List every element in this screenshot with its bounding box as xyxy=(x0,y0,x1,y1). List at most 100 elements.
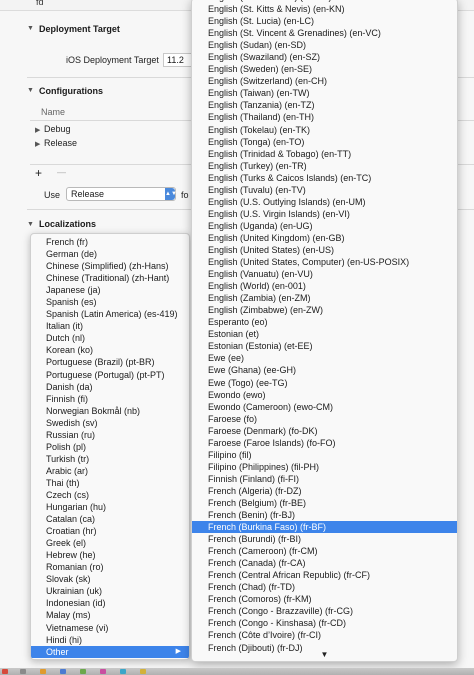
submenu-item[interactable]: English (Switzerland) (en-CH) xyxy=(192,75,457,87)
remove-configuration-button[interactable]: — xyxy=(57,167,66,177)
submenu-item[interactable]: Ewondo (ewo) xyxy=(192,389,457,401)
ios-deployment-target-field[interactable]: 11.2 xyxy=(163,53,193,67)
language-menu-item[interactable]: Thai (th) xyxy=(31,477,189,489)
dock-app-icon[interactable] xyxy=(60,669,66,674)
submenu-item[interactable]: English (Trinidad & Tobago) (en-TT) xyxy=(192,148,457,160)
language-menu-item[interactable]: Romanian (ro) xyxy=(31,561,189,573)
language-menu-item[interactable]: Czech (cs) xyxy=(31,489,189,501)
submenu-item[interactable]: English (Vanuatu) (en-VU) xyxy=(192,268,457,280)
language-menu-item[interactable]: Russian (ru) xyxy=(31,429,189,441)
submenu-item[interactable]: English (World) (en-001) xyxy=(192,280,457,292)
submenu-item[interactable]: French (Algeria) (fr-DZ) xyxy=(192,485,457,497)
language-menu-item[interactable]: Chinese (Simplified) (zh-Hans) xyxy=(31,260,189,272)
submenu-item[interactable]: French (Côte d’Ivoire) (fr-CI) xyxy=(192,629,457,641)
dock-app-icon[interactable] xyxy=(40,669,46,674)
language-menu-item[interactable]: Hebrew (he) xyxy=(31,549,189,561)
submenu-item[interactable]: French (Central African Republic) (fr-CF… xyxy=(192,569,457,581)
submenu-item[interactable]: English (Turkey) (en-TR) xyxy=(192,160,457,172)
submenu-item[interactable]: English (Zimbabwe) (en-ZW) xyxy=(192,304,457,316)
language-menu-item[interactable]: Finnish (fi) xyxy=(31,393,189,405)
language-menu-item[interactable]: Chinese (Traditional) (zh-Hant) xyxy=(31,272,189,284)
submenu-item[interactable]: English (U.S. Virgin Islands) (en-VI) xyxy=(192,208,457,220)
language-menu-item[interactable]: Vietnamese (vi) xyxy=(31,622,189,634)
submenu-item[interactable]: English (United States, Computer) (en-US… xyxy=(192,256,457,268)
dock-app-icon[interactable] xyxy=(100,669,106,674)
language-menu-item[interactable]: Malay (ms) xyxy=(31,609,189,621)
submenu-item[interactable]: Faroese (Faroe Islands) (fo-FO) xyxy=(192,437,457,449)
dock-app-icon[interactable] xyxy=(80,669,86,674)
dock-app-icon[interactable] xyxy=(140,669,146,674)
language-menu-item[interactable]: Norwegian Bokmål (nb) xyxy=(31,405,189,417)
submenu-item[interactable]: English (Sweden) (en-SE) xyxy=(192,63,457,75)
submenu-item[interactable]: Faroese (fo) xyxy=(192,413,457,425)
language-menu-item[interactable]: Hindi (hi) xyxy=(31,634,189,646)
submenu-item[interactable]: Ewe (Ghana) (ee-GH) xyxy=(192,364,457,376)
submenu-item[interactable]: Faroese (Denmark) (fo-DK) xyxy=(192,425,457,437)
language-menu-item[interactable]: Ukrainian (uk) xyxy=(31,585,189,597)
language-menu-item[interactable]: Italian (it) xyxy=(31,320,189,332)
submenu-item[interactable]: English (Zambia) (en-ZM) xyxy=(192,292,457,304)
localizations-disclosure-icon[interactable]: ▼ xyxy=(27,221,34,228)
language-menu-item[interactable]: Hungarian (hu) xyxy=(31,501,189,513)
submenu-item[interactable]: English (United States) (en-US) xyxy=(192,244,457,256)
submenu-item[interactable]: English (Tanzania) (en-TZ) xyxy=(192,99,457,111)
language-menu-item[interactable]: Turkish (tr) xyxy=(31,453,189,465)
submenu-item[interactable]: English (St. Lucia) (en-LC) xyxy=(192,15,457,27)
scroll-down-arrow-icon[interactable]: ▼ xyxy=(192,650,457,659)
submenu-item[interactable]: English (Swaziland) (en-SZ) xyxy=(192,51,457,63)
configuration-debug[interactable]: Debug xyxy=(44,124,71,134)
use-configuration-popup[interactable]: Release ▲▼ xyxy=(66,187,177,201)
menu-item-other[interactable]: Other ▶ xyxy=(31,645,189,658)
submenu-item[interactable]: Ewondo (Cameroon) (ewo-CM) xyxy=(192,401,457,413)
submenu-item[interactable]: English (St. Kitts & Nevis) (en-KN) xyxy=(192,3,457,15)
submenu-item[interactable]: Filipino (Philippines) (fil-PH) xyxy=(192,461,457,473)
language-menu-item[interactable]: Spanish (es) xyxy=(31,296,189,308)
add-configuration-button[interactable]: + xyxy=(35,166,42,180)
submenu-item[interactable]: French (Congo - Brazzaville) (fr-CG) xyxy=(192,605,457,617)
language-menu-item[interactable]: Danish (da) xyxy=(31,381,189,393)
other-languages-submenu[interactable]: English (Saint Helena) (en-SH)English (S… xyxy=(191,0,458,662)
submenu-item[interactable]: Esperanto (eo) xyxy=(192,316,457,328)
submenu-item[interactable]: English (U.S. Outlying Islands) (en-UM) xyxy=(192,196,457,208)
language-menu-item[interactable]: Swedish (sv) xyxy=(31,417,189,429)
debug-disclosure-icon[interactable]: ▶ xyxy=(35,126,40,134)
submenu-item-selected[interactable]: French (Burkina Faso) (fr-BF) xyxy=(192,521,457,534)
language-menu-item[interactable]: French (fr) xyxy=(31,236,189,248)
language-menu-item[interactable]: Greek (el) xyxy=(31,537,189,549)
release-disclosure-icon[interactable]: ▶ xyxy=(35,140,40,148)
submenu-item[interactable]: English (Sudan) (en-SD) xyxy=(192,39,457,51)
language-menu-item[interactable]: Polish (pl) xyxy=(31,441,189,453)
dock-app-icon[interactable] xyxy=(20,669,26,674)
language-menu-item[interactable]: Spanish (Latin America) (es-419) xyxy=(31,308,189,320)
submenu-item[interactable]: English (United Kingdom) (en-GB) xyxy=(192,232,457,244)
submenu-item[interactable]: Ewe (Togo) (ee-TG) xyxy=(192,377,457,389)
language-menu-item[interactable]: Dutch (nl) xyxy=(31,332,189,344)
language-menu-item[interactable]: Portuguese (Portugal) (pt-PT) xyxy=(31,369,189,381)
submenu-item[interactable]: English (Turks & Caicos Islands) (en-TC) xyxy=(192,172,457,184)
submenu-item[interactable]: English (Tonga) (en-TO) xyxy=(192,136,457,148)
deployment-disclosure-icon[interactable]: ▼ xyxy=(27,25,34,32)
language-menu[interactable]: French (fr) German (de) Chinese (Simplifie… xyxy=(30,233,190,660)
submenu-item[interactable]: English (Tokelau) (en-TK) xyxy=(192,124,457,136)
language-menu-item[interactable]: Korean (ko) xyxy=(31,344,189,356)
language-menu-item[interactable]: Indonesian (id) xyxy=(31,597,189,609)
submenu-item[interactable]: English (Taiwan) (en-TW) xyxy=(192,87,457,99)
language-menu-item[interactable]: German (de) xyxy=(31,248,189,260)
language-menu-item[interactable]: Croatian (hr) xyxy=(31,525,189,537)
dock-app-icon[interactable] xyxy=(120,669,126,674)
language-menu-item[interactable]: Slovak (sk) xyxy=(31,573,189,585)
submenu-item[interactable]: French (Comoros) (fr-KM) xyxy=(192,593,457,605)
submenu-item[interactable]: French (Congo - Kinshasa) (fr-CD) xyxy=(192,617,457,629)
submenu-item[interactable]: French (Belgium) (fr-BE) xyxy=(192,497,457,509)
submenu-item[interactable]: French (Benin) (fr-BJ) xyxy=(192,509,457,521)
submenu-item[interactable]: French (Chad) (fr-TD) xyxy=(192,581,457,593)
submenu-item[interactable]: English (Uganda) (en-UG) xyxy=(192,220,457,232)
language-menu-item[interactable]: Catalan (ca) xyxy=(31,513,189,525)
submenu-item[interactable]: Filipino (fil) xyxy=(192,449,457,461)
submenu-item[interactable]: French (Burundi) (fr-BI) xyxy=(192,533,457,545)
submenu-item[interactable]: English (Tuvalu) (en-TV) xyxy=(192,184,457,196)
submenu-item[interactable]: English (St. Vincent & Grenadines) (en-V… xyxy=(192,27,457,39)
submenu-item[interactable]: French (Cameroon) (fr-CM) xyxy=(192,545,457,557)
submenu-item[interactable]: Ewe (ee) xyxy=(192,352,457,364)
submenu-item[interactable]: French (Canada) (fr-CA) xyxy=(192,557,457,569)
